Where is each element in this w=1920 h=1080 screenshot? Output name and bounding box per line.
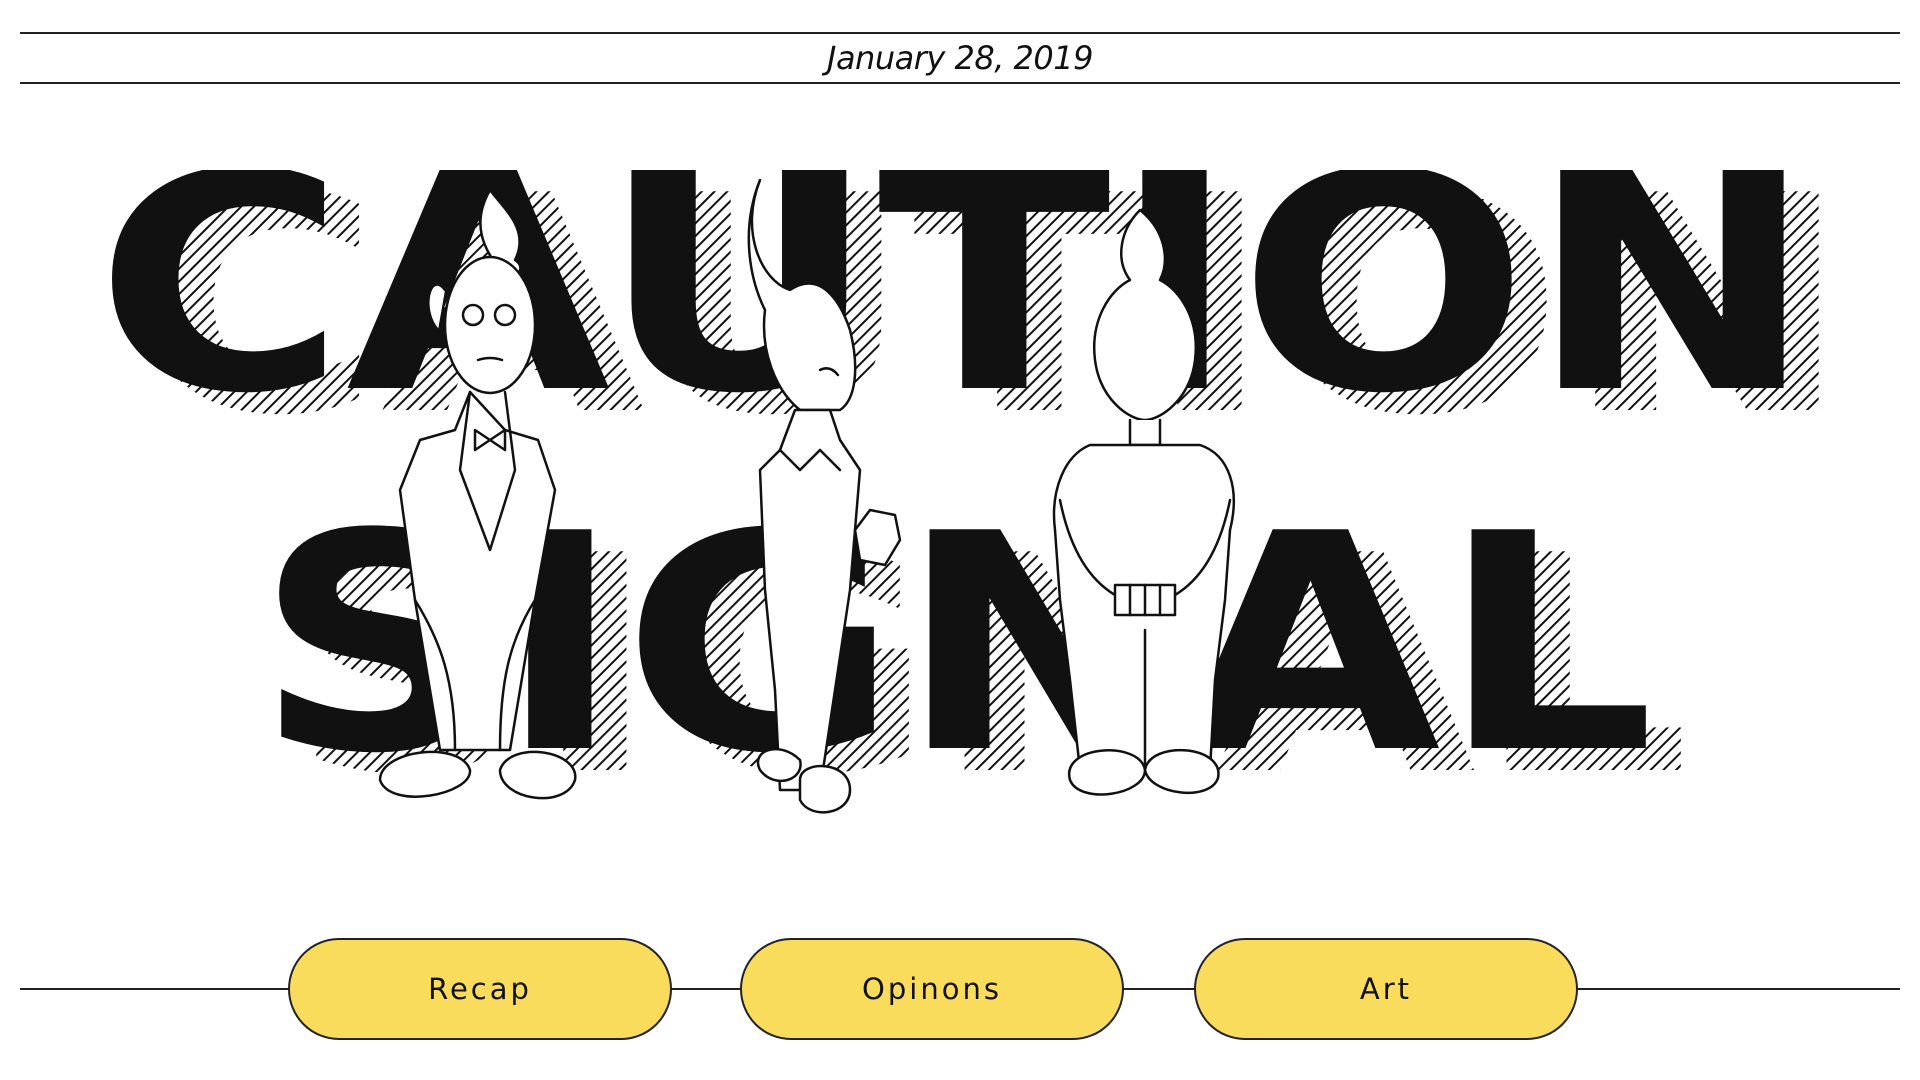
- masthead-svg: CAUTION SIGNAL CAUTION SIGNAL: [95, 170, 1850, 841]
- title-main: CAUTION SIGNAL: [95, 170, 1815, 819]
- issue-date: January 28, 2019: [827, 39, 1093, 77]
- nav-button-opinions[interactable]: Opinons: [740, 938, 1124, 1040]
- nav-button-recap-label: Recap: [428, 972, 532, 1006]
- date-bar: January 28, 2019: [20, 32, 1900, 84]
- nav-button-art-label: Art: [1359, 972, 1413, 1006]
- page: January 28, 2019 CAUTION SIGNAL CAUTION …: [0, 0, 1920, 1080]
- masthead-illustration: CAUTION SIGNAL CAUTION SIGNAL: [60, 170, 1860, 890]
- nav-button-recap[interactable]: Recap: [288, 938, 672, 1040]
- nav-button-opinions-label: Opinons: [862, 972, 1002, 1006]
- title-line1: CAUTION: [95, 170, 1815, 459]
- nav-button-art[interactable]: Art: [1194, 938, 1578, 1040]
